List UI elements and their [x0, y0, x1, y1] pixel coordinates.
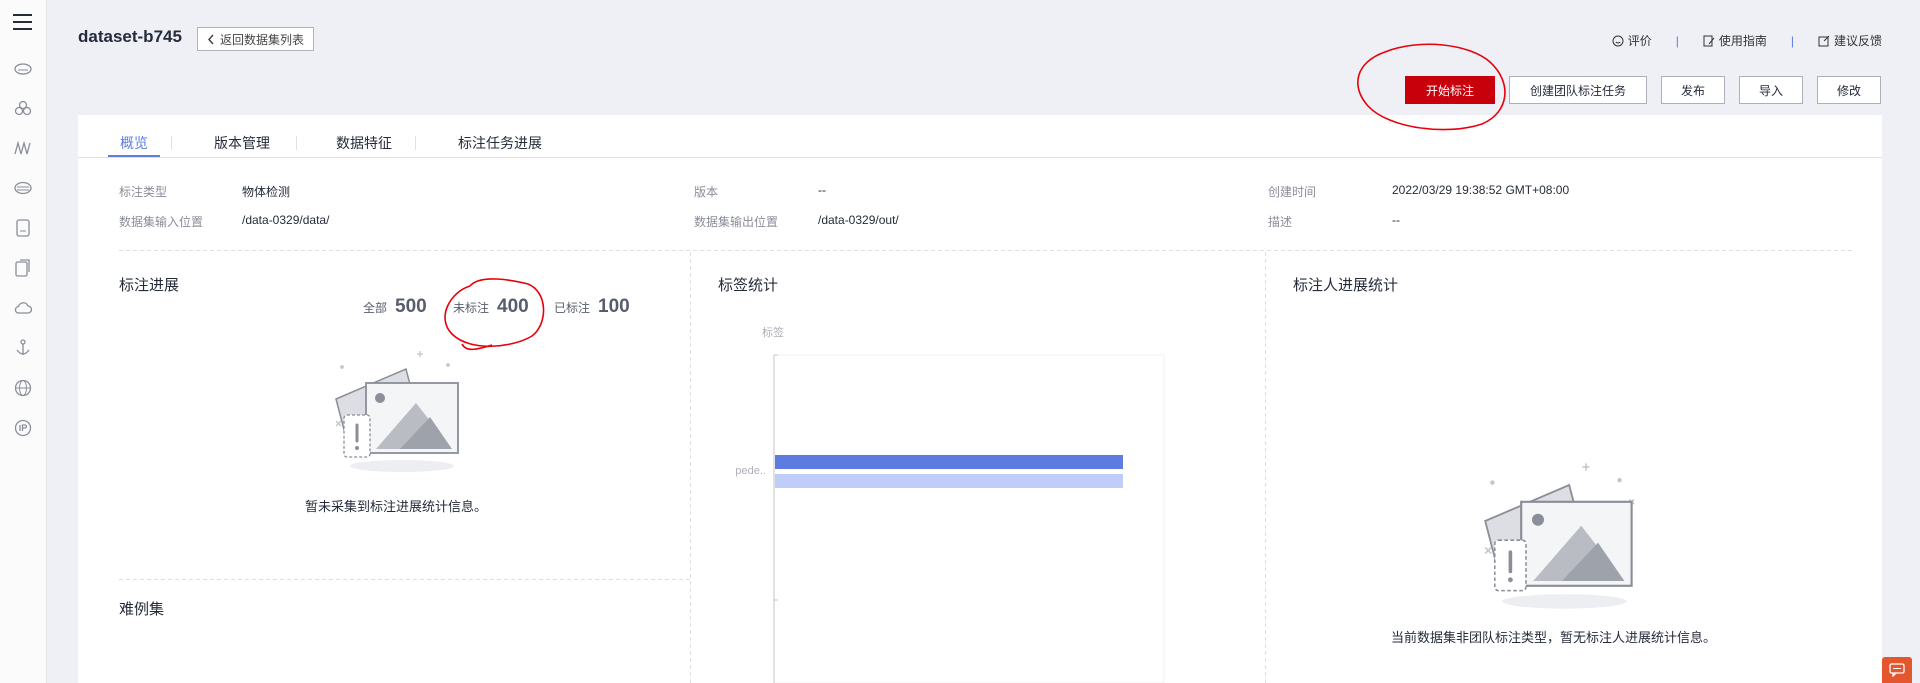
stat-all: 全部 500 — [363, 296, 427, 318]
cloud-icon[interactable] — [13, 298, 33, 318]
description-value: -- — [1392, 213, 1400, 227]
anchor-icon[interactable] — [13, 338, 33, 358]
dataset-overview-card: 概览 版本管理 数据特征 标注任务进展 标注类型 物体检测 数据集输入位置 /d… — [78, 115, 1882, 683]
chart-bar — [775, 455, 1123, 469]
created-time-key: 创建时间 — [1268, 185, 1317, 199]
section-divider — [119, 250, 1852, 251]
input-location-key: 数据集输入位置 — [119, 215, 204, 229]
metadata-section: 标注类型 物体检测 数据集输入位置 /data-0329/data/ 版本 --… — [78, 115, 1882, 235]
globe-icon[interactable] — [13, 378, 33, 398]
smile-icon — [1612, 35, 1624, 46]
chart-category-label: pede.. — [735, 465, 766, 477]
database-icon[interactable] — [13, 178, 33, 198]
rate-link[interactable]: 评价 — [1612, 32, 1652, 49]
version-key: 版本 — [694, 185, 719, 199]
progress-empty-text: 暂未采集到标注进展统计信息。 — [305, 499, 488, 514]
output-location-value: /data-0329/out/ — [818, 213, 899, 227]
stat-unlabeled: 未标注 400 — [453, 296, 529, 318]
created-time-value: 2022/03/29 19:38:52 GMT+08:00 — [1392, 183, 1570, 197]
label-stats-title: 标签统计 — [718, 277, 779, 294]
left-nav-rail — [0, 0, 47, 683]
cluster-icon[interactable] — [13, 98, 33, 118]
feedback-link-label: 建议反馈 — [1833, 34, 1882, 48]
feedback-link[interactable]: 建议反馈 — [1818, 32, 1882, 49]
section-divider — [119, 579, 690, 580]
description-key: 描述 — [1268, 215, 1293, 229]
create-team-task-button[interactable]: 创建团队标注任务 — [1509, 76, 1647, 104]
chat-icon — [1889, 663, 1905, 677]
feedback-icon — [1818, 35, 1830, 46]
menu-icon[interactable] — [13, 12, 33, 32]
annotator-empty-illustration — [1484, 463, 1635, 609]
import-button[interactable]: 导入 — [1739, 76, 1803, 104]
stat-unlabeled-value: 400 — [497, 296, 529, 317]
chat-support-button[interactable] — [1882, 657, 1912, 683]
action-toolbar: 开始标注 创建团队标注任务 发布 导入 修改 — [1405, 76, 1881, 104]
ip-icon[interactable] — [13, 418, 33, 438]
stat-labeled-value: 100 — [598, 296, 630, 317]
top-links: 评价 | 使用指南 | 建议反馈 — [1612, 32, 1882, 49]
annotator-stats-title: 标注人进展统计 — [1293, 277, 1399, 294]
back-to-dataset-list-button[interactable]: 返回数据集列表 — [197, 27, 315, 51]
output-location-key: 数据集输出位置 — [694, 215, 779, 229]
empty-state-illustration — [335, 351, 459, 472]
edit-doc-icon — [1703, 35, 1715, 46]
start-labeling-button[interactable]: 开始标注 — [1405, 76, 1495, 104]
stat-labeled-label: 已标注 — [554, 301, 591, 315]
stat-all-value: 500 — [395, 296, 427, 317]
stat-unlabeled-label: 未标注 — [453, 301, 490, 315]
link-separator: | — [1790, 33, 1794, 48]
label-stats-chart: pede.. — [735, 354, 1165, 683]
guide-link[interactable]: 使用指南 — [1703, 32, 1767, 49]
column-divider — [1265, 252, 1266, 683]
chart-bar — [775, 474, 1123, 488]
document-copy-icon[interactable] — [13, 258, 33, 278]
chevron-left-icon — [207, 34, 214, 45]
label-type-value: 物体检测 — [242, 185, 291, 199]
annotator-empty-text: 当前数据集非团队标注类型，暂无标注人进展统计信息。 — [1391, 630, 1717, 645]
guide-link-label: 使用指南 — [1718, 34, 1767, 48]
stat-all-label: 全部 — [363, 301, 388, 315]
stat-labeled: 已标注 100 — [554, 296, 630, 318]
publish-button[interactable]: 发布 — [1661, 76, 1725, 104]
dataset-title: dataset-b745 — [78, 27, 182, 46]
column-divider — [690, 252, 691, 683]
back-button-label: 返回数据集列表 — [220, 32, 305, 47]
file-icon[interactable] — [13, 218, 33, 238]
rate-link-label: 评价 — [1627, 34, 1652, 48]
edit-button[interactable]: 修改 — [1817, 76, 1881, 104]
hard-examples-title: 难例集 — [119, 601, 165, 618]
link-separator: | — [1675, 33, 1679, 48]
progress-title: 标注进展 — [119, 277, 180, 294]
label-type-key: 标注类型 — [119, 185, 168, 199]
input-location-value: /data-0329/data/ — [242, 213, 330, 227]
workflow-icon[interactable] — [13, 138, 33, 158]
chart-plot-frame — [773, 354, 1165, 683]
cloud-server-icon[interactable] — [13, 58, 33, 78]
version-value: -- — [818, 183, 826, 197]
